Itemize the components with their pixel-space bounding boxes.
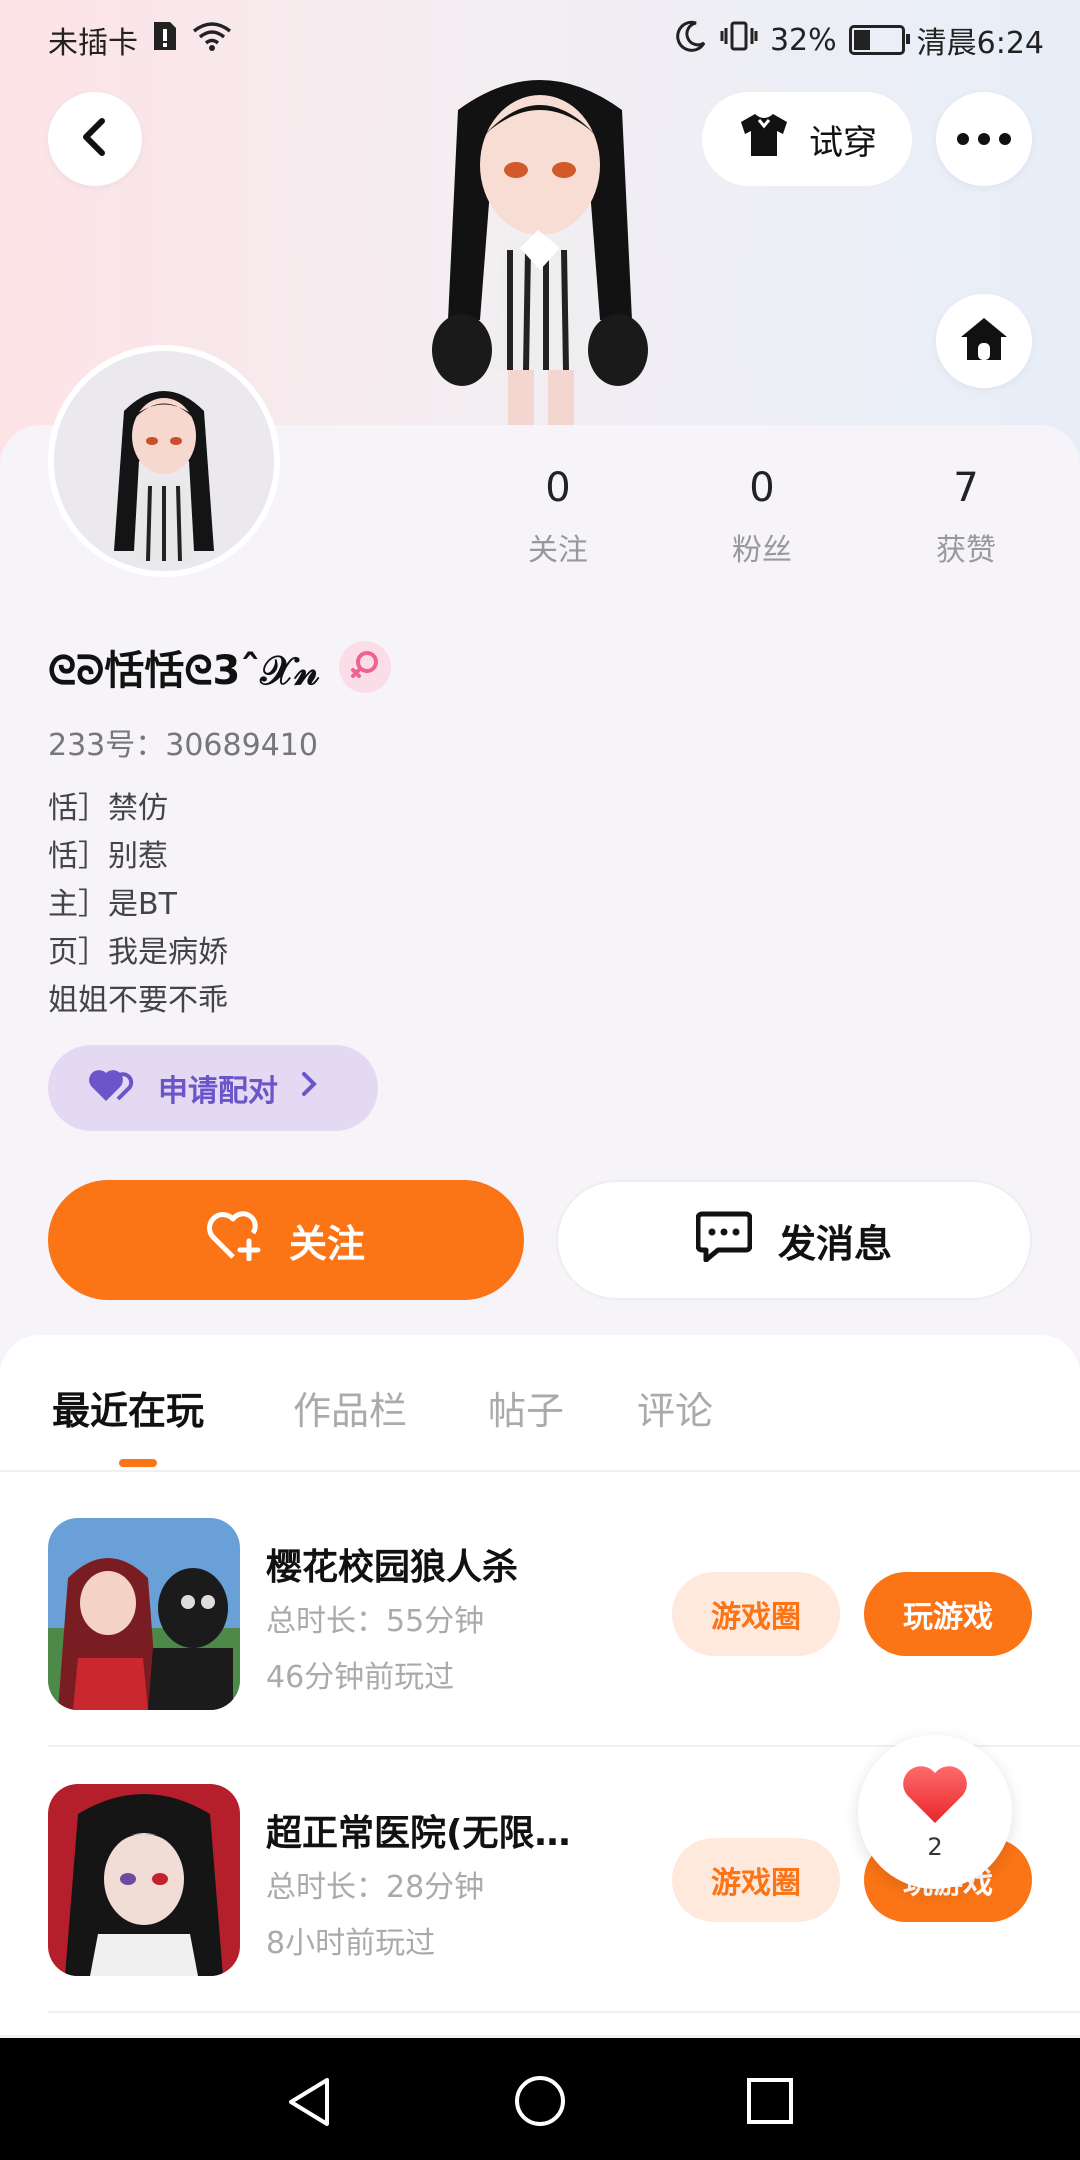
double-heart-icon bbox=[88, 1065, 136, 1111]
tryon-label: 试穿 bbox=[809, 122, 877, 163]
game-duration: 总时长：28分钟 bbox=[266, 1870, 485, 1905]
tryon-button[interactable]: 试穿 bbox=[702, 92, 912, 186]
stat-likes-value: 7 bbox=[953, 465, 979, 511]
bio-line: 页］我是病娇 bbox=[48, 935, 228, 970]
content-section: 最近在玩 作品栏 帖子 评论 樱花校园狼人杀 总时长：55分钟 46分钟前玩过 … bbox=[0, 1335, 1080, 2035]
shirt-icon bbox=[737, 112, 791, 167]
stat-fans-label: 粉丝 bbox=[732, 533, 792, 568]
tab-posts[interactable]: 帖子 bbox=[488, 1380, 564, 1435]
bio: 恬］禁仿 恬］别惹 主］是BT 页］我是病娇 姐姐不要不乖 bbox=[48, 785, 228, 1025]
chat-bubble-icon bbox=[695, 1210, 753, 1271]
stat-following-label: 关注 bbox=[528, 533, 588, 568]
send-message-label: 发消息 bbox=[777, 1221, 892, 1266]
back-button[interactable] bbox=[48, 92, 142, 186]
tab-recent-played[interactable]: 最近在玩 bbox=[52, 1380, 204, 1435]
nav-recents-icon[interactable] bbox=[745, 2076, 795, 2130]
chevron-right-icon bbox=[300, 1070, 318, 1106]
female-gender-icon bbox=[339, 641, 392, 693]
tab-works[interactable]: 作品栏 bbox=[293, 1380, 407, 1435]
game-circle-button[interactable]: 游戏圈 bbox=[672, 1838, 840, 1922]
stat-fans-value: 0 bbox=[749, 465, 775, 511]
back-icon bbox=[78, 117, 112, 161]
divider bbox=[48, 2011, 1080, 2013]
nav-home-icon[interactable] bbox=[513, 2074, 567, 2132]
bio-line: 主］是BT bbox=[48, 887, 177, 922]
system-nav-bar bbox=[0, 2038, 1080, 2160]
home-button[interactable] bbox=[936, 294, 1032, 388]
game-thumbnail[interactable] bbox=[48, 1518, 240, 1710]
floating-like-button[interactable]: 2 bbox=[858, 1735, 1012, 1889]
avatar-3d-figure[interactable] bbox=[420, 70, 660, 425]
battery-icon bbox=[848, 25, 910, 55]
battery-percent: 32% bbox=[769, 22, 837, 58]
clock: 清晨6:24 bbox=[916, 26, 1044, 61]
game-last-played: 8小时前玩过 bbox=[266, 1926, 436, 1961]
vibrate-icon bbox=[720, 20, 758, 60]
heart-icon bbox=[900, 1763, 970, 1829]
follow-button[interactable]: 关注 bbox=[48, 1180, 524, 1300]
battery-fill bbox=[853, 30, 870, 50]
stat-likes-label: 获赞 bbox=[936, 533, 996, 568]
send-message-button[interactable]: 发消息 bbox=[556, 1180, 1032, 1300]
carrier-text: 未插卡 bbox=[48, 26, 138, 61]
stat-following[interactable]: 0 关注 bbox=[488, 465, 628, 569]
active-tab-indicator bbox=[119, 1459, 157, 1467]
follow-label: 关注 bbox=[288, 1221, 365, 1266]
game-thumbnail[interactable] bbox=[48, 1784, 240, 1976]
bio-line: 姐姐不要不乖 bbox=[48, 983, 228, 1018]
nickname: ᘓᘐ恬恬ᘓ3ˆ𝒳𝓃 bbox=[48, 648, 320, 694]
home-icon bbox=[958, 315, 1010, 367]
game-last-played: 46分钟前玩过 bbox=[266, 1660, 455, 1695]
profile-stats: 0 关注 0 粉丝 7 获赞 bbox=[0, 465, 1080, 585]
play-game-button[interactable]: 玩游戏 bbox=[864, 1572, 1032, 1656]
status-bar: 未插卡 32% 清晨6:24 bbox=[0, 0, 1080, 70]
nav-back-icon[interactable] bbox=[285, 2076, 333, 2132]
stat-fans[interactable]: 0 粉丝 bbox=[692, 465, 832, 569]
game-title: 樱花校园狼人杀 bbox=[266, 1547, 519, 1588]
more-icon bbox=[957, 130, 1011, 149]
bio-line: 恬］别惹 bbox=[48, 839, 168, 874]
stat-likes[interactable]: 7 获赞 bbox=[896, 465, 1036, 569]
more-button[interactable] bbox=[936, 92, 1032, 186]
game-title: 超正常医院(无限… bbox=[266, 1813, 571, 1854]
pair-request-label: 申请配对 bbox=[158, 1074, 278, 1109]
pair-request-button[interactable]: 申请配对 bbox=[48, 1045, 378, 1131]
sim-alert-icon bbox=[152, 20, 178, 60]
like-count: 2 bbox=[927, 1833, 943, 1861]
tab-comments[interactable]: 评论 bbox=[637, 1380, 713, 1435]
heart-plus-icon bbox=[207, 1210, 263, 1270]
user-id: 233号：30689410 bbox=[48, 728, 318, 763]
nickname-row: ᘓᘐ恬恬ᘓ3ˆ𝒳𝓃 bbox=[48, 638, 392, 696]
game-circle-button[interactable]: 游戏圈 bbox=[672, 1572, 840, 1656]
tab-bar: 最近在玩 作品栏 帖子 评论 bbox=[0, 1335, 1080, 1472]
stat-following-value: 0 bbox=[545, 465, 571, 511]
moon-icon bbox=[674, 19, 708, 61]
game-duration: 总时长：55分钟 bbox=[266, 1604, 485, 1639]
wifi-icon bbox=[192, 21, 232, 59]
bio-line: 恬］禁仿 bbox=[48, 791, 168, 826]
